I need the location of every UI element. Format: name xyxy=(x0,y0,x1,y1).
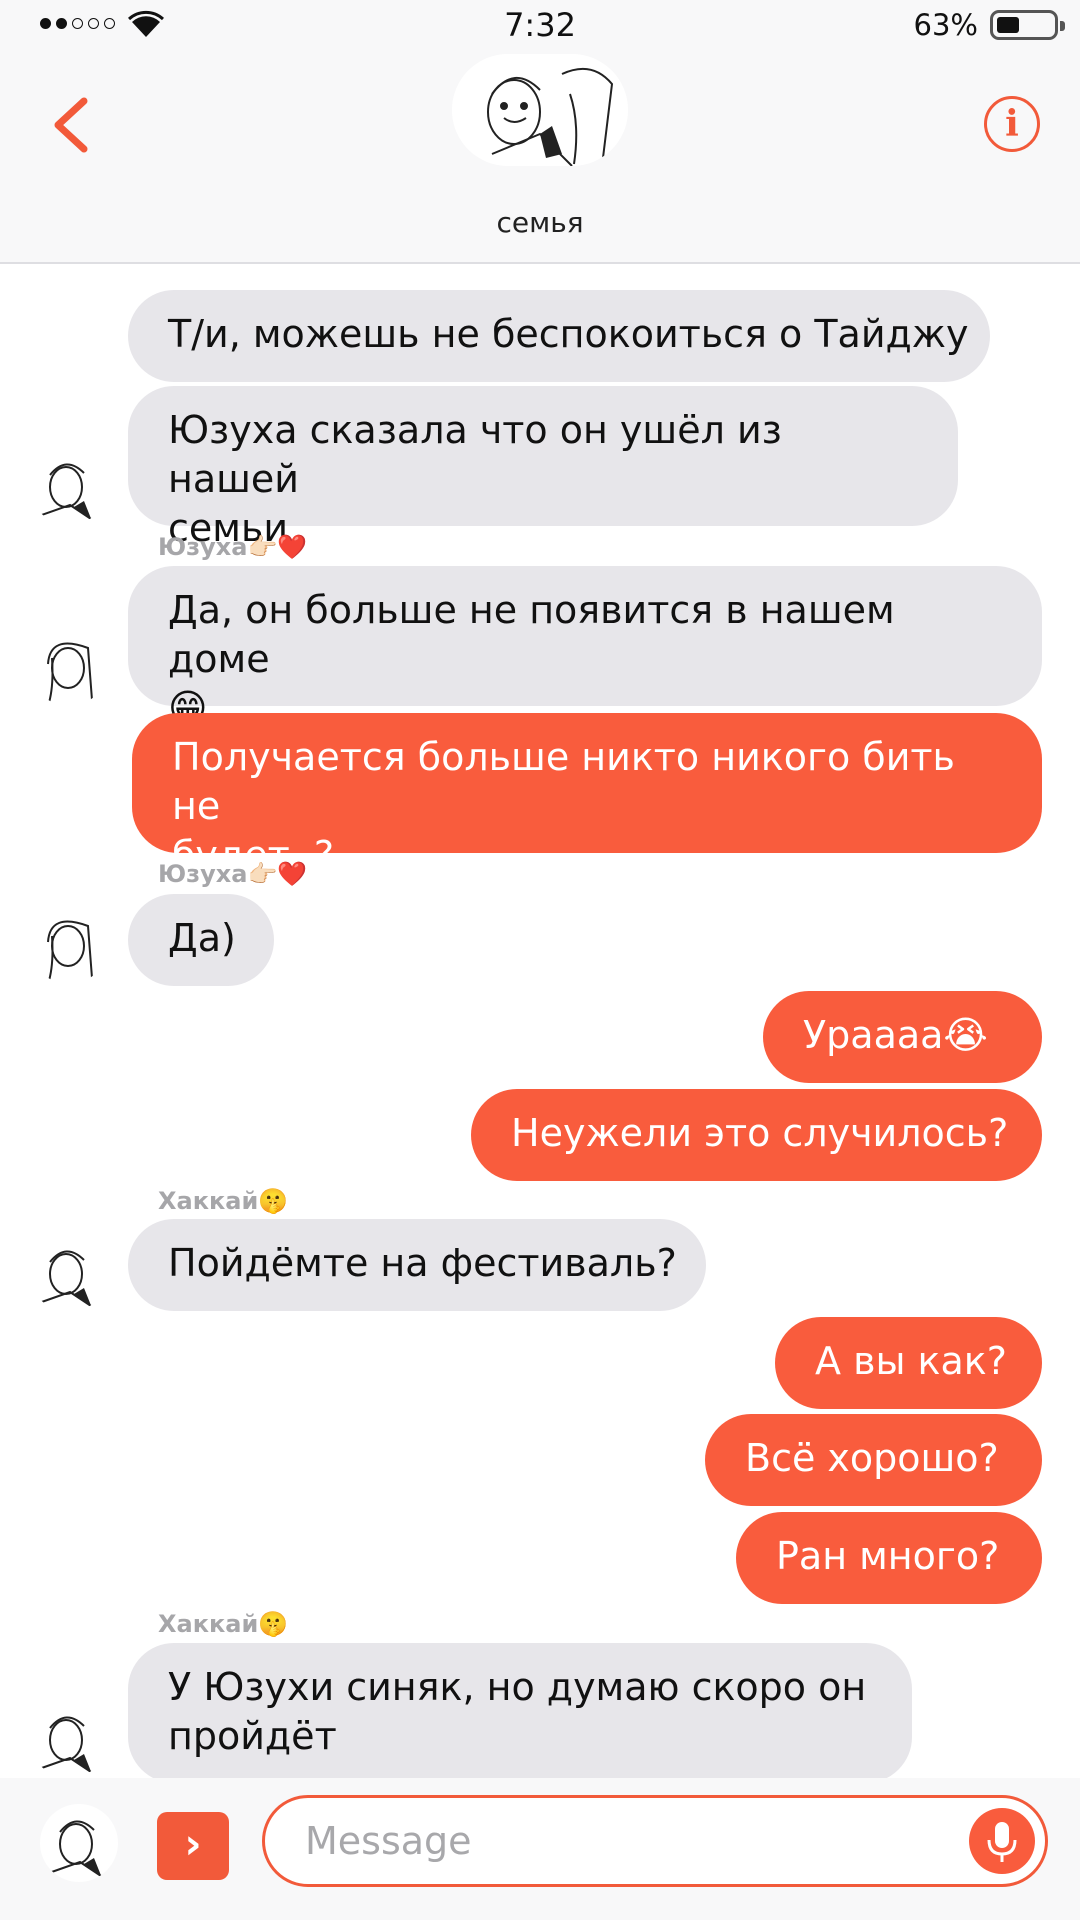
expand-toggle-button[interactable]: › xyxy=(157,1812,229,1880)
message-text: Неужели это случилось? xyxy=(511,1111,1009,1155)
message-text: Ураааа😭 xyxy=(803,1013,988,1057)
message-bubble-outgoing[interactable]: А вы как? xyxy=(775,1317,1042,1409)
message-text: Пойдёмте на фестиваль? xyxy=(168,1241,677,1285)
battery-icon xyxy=(990,10,1065,40)
microphone-button[interactable] xyxy=(969,1808,1035,1874)
message-bubble-incoming[interactable]: Пойдёмте на фестиваль? xyxy=(128,1219,706,1311)
group-avatar[interactable] xyxy=(452,54,628,166)
sender-name: Хаккай🤫 xyxy=(158,1187,289,1215)
status-bar: 7:32 63% xyxy=(0,0,1080,50)
message-bubble-outgoing[interactable]: Неужели это случилось? xyxy=(471,1089,1042,1181)
sender-avatar-hakkai[interactable] xyxy=(30,1700,108,1778)
sender-avatar-yuzuha[interactable] xyxy=(30,628,108,706)
chevron-right-icon: › xyxy=(184,1819,202,1868)
message-bubble-outgoing[interactable]: Ураааа😭 xyxy=(763,991,1042,1083)
message-text: Т/и, можешь не беспокоиться о Тайджу xyxy=(168,312,969,356)
info-icon: i xyxy=(1005,103,1019,145)
sender-name: Хаккай🤫 xyxy=(158,1610,289,1638)
message-text: Ран много? xyxy=(776,1534,1000,1578)
message-text: Получается больше никто никого бить не б… xyxy=(172,735,955,877)
message-input[interactable]: Message xyxy=(262,1795,1048,1887)
message-bubble-incoming[interactable]: Да, он больше не появится в нашем доме 😁 xyxy=(128,566,1042,730)
message-text: Всё хорошо? xyxy=(745,1436,999,1480)
sender-avatar-hakkai[interactable] xyxy=(30,1234,108,1312)
chat-title: семья xyxy=(496,206,584,239)
message-bubble-incoming[interactable]: У Юзухи синяк, но думаю скоро он пройдёт xyxy=(128,1643,912,1783)
message-bubble-incoming[interactable]: Т/и, можешь не беспокоиться о Тайджу xyxy=(128,290,990,382)
message-bubble-outgoing[interactable]: Получается больше никто никого бить не б… xyxy=(132,713,1042,877)
message-bubble-outgoing[interactable]: Ран много? xyxy=(736,1512,1042,1604)
sender-name: Юзуха👉🏻❤️ xyxy=(158,860,308,888)
message-text: Да) xyxy=(168,916,236,960)
message-text: Да, он больше не появится в нашем доме 😁 xyxy=(168,588,895,730)
message-bubble-outgoing[interactable]: Всё хорошо? xyxy=(705,1414,1042,1506)
back-chevron-icon[interactable] xyxy=(46,95,96,155)
message-bubble-incoming[interactable]: Да) xyxy=(128,894,274,986)
sender-picker-avatar[interactable] xyxy=(40,1804,118,1882)
sender-avatar-yuzuha[interactable] xyxy=(30,906,108,984)
message-text: А вы как? xyxy=(815,1339,1007,1383)
message-bubble-incoming[interactable]: Юзуха сказала что он ушёл из нашей семьи xyxy=(128,386,958,550)
sender-avatar-hakkai[interactable] xyxy=(30,447,108,525)
message-text: Юзуха сказала что он ушёл из нашей семьи xyxy=(168,408,782,550)
message-text: У Юзухи синяк, но думаю скоро он пройдёт xyxy=(168,1665,867,1758)
message-placeholder: Message xyxy=(305,1819,472,1863)
sender-name: Юзуха👉🏻❤️ xyxy=(158,533,308,561)
battery-percent: 63% xyxy=(913,8,978,42)
info-button[interactable]: i xyxy=(984,96,1040,152)
microphone-icon xyxy=(987,1822,1017,1862)
